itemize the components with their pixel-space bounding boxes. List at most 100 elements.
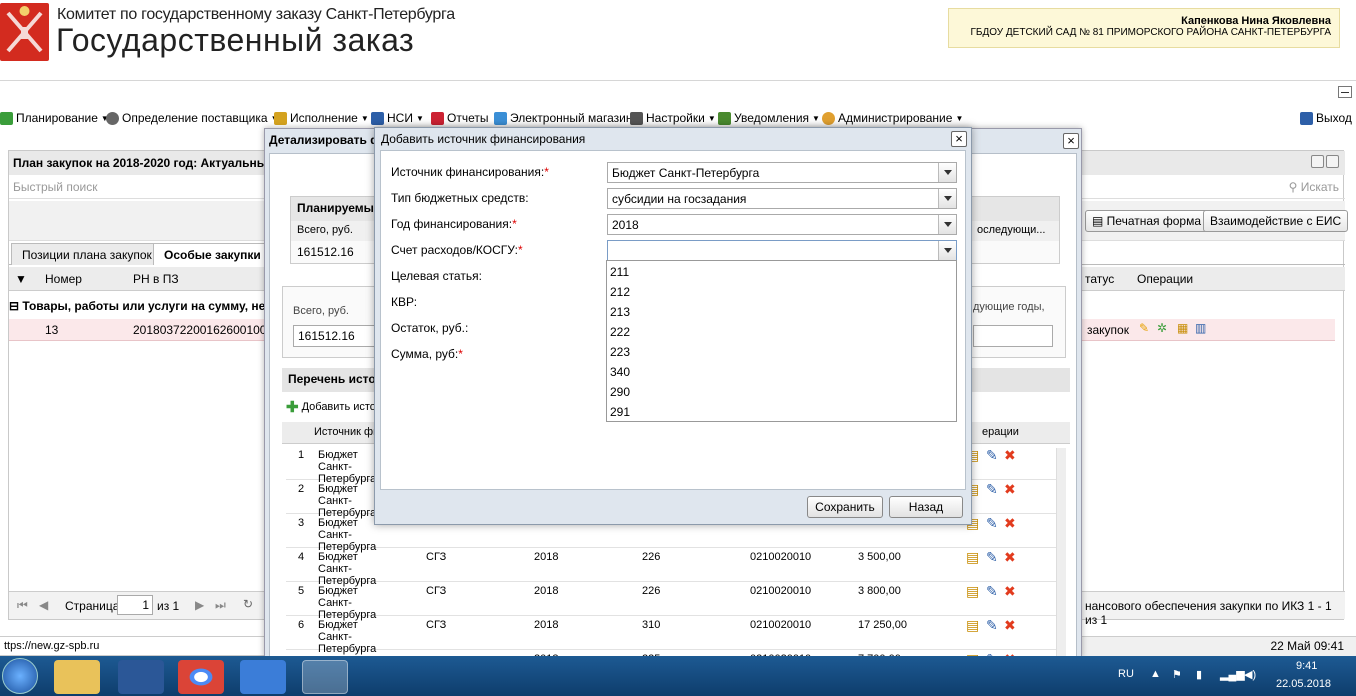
clock-time[interactable]: 9:41 bbox=[1296, 660, 1317, 672]
page-number-input[interactable]: 1 bbox=[117, 595, 153, 615]
register-icon[interactable]: ▤ bbox=[966, 583, 979, 600]
tab-special-purchases[interactable]: Особые закупки bbox=[153, 243, 272, 265]
group-row[interactable]: ⊟ Товары, работы или услуги на сумму, не bbox=[9, 299, 265, 313]
cart-icon bbox=[494, 111, 507, 125]
volume-icon[interactable]: ◀) bbox=[1244, 668, 1256, 681]
menu-label: Планирование bbox=[16, 111, 98, 125]
menu-eshop[interactable]: Электронный магазин bbox=[494, 111, 632, 125]
start-button[interactable] bbox=[2, 658, 38, 694]
delete-icon[interactable]: ✖ bbox=[1004, 481, 1016, 498]
teamviewer-icon[interactable] bbox=[240, 660, 286, 694]
chart-icon[interactable]: ▥ bbox=[1195, 321, 1206, 335]
language-indicator[interactable]: RU bbox=[1118, 668, 1134, 680]
internet-explorer-icon[interactable] bbox=[302, 660, 348, 694]
kosgu-option[interactable]: 290 bbox=[610, 385, 630, 399]
detail-close-icon[interactable]: × bbox=[1063, 133, 1079, 149]
delete-icon[interactable]: ✖ bbox=[1004, 515, 1016, 532]
edit-icon[interactable]: ✎ bbox=[986, 583, 998, 600]
menu-admin[interactable]: Администрирование ▼ bbox=[822, 111, 963, 125]
budget-type-select[interactable]: субсидии на госзадания bbox=[607, 188, 957, 209]
menu-notifications[interactable]: Уведомления ▼ bbox=[718, 111, 820, 125]
minimize-icon[interactable] bbox=[1311, 155, 1324, 168]
kosgu-select[interactable] bbox=[607, 240, 957, 261]
edit-icon[interactable]: ✎ bbox=[986, 515, 998, 532]
delete-icon[interactable]: ✖ bbox=[1004, 583, 1016, 600]
col-rn[interactable]: РН в ПЗ bbox=[133, 272, 179, 286]
menu-supplier[interactable]: Определение поставщика▼ bbox=[106, 111, 278, 125]
chevron-down-icon[interactable] bbox=[938, 215, 956, 234]
sources-scrollbar[interactable] bbox=[1056, 448, 1066, 658]
kosgu-option[interactable]: 340 bbox=[610, 365, 630, 379]
kosgu-dropdown-list: 211 212 213 222 223 340 290 291 bbox=[606, 260, 957, 422]
table-row[interactable]: 4 Бюджет Санкт-Петербурга СГЗ 2018 226 021002… bbox=[286, 548, 1056, 587]
next-page-icon[interactable]: ▶ bbox=[195, 598, 204, 612]
tab-plan-positions[interactable]: Позиции плана закупок bbox=[11, 243, 163, 265]
dialog-close-icon[interactable]: × bbox=[951, 131, 967, 147]
refresh-icon[interactable]: ↻ bbox=[243, 597, 253, 611]
battery-icon[interactable]: ▮ bbox=[1196, 668, 1202, 681]
logout-icon bbox=[1300, 111, 1313, 125]
menu-execution[interactable]: Исполнение ▼ bbox=[274, 111, 369, 125]
target-article-label: Целевая статья: bbox=[391, 269, 482, 283]
menu-reports[interactable]: Отчеты bbox=[431, 111, 488, 125]
kosgu-option[interactable]: 291 bbox=[610, 405, 630, 419]
print-form-button[interactable]: ▤ Печатная форма bbox=[1085, 210, 1209, 232]
refresh-icon[interactable] bbox=[1326, 155, 1339, 168]
last-page-icon[interactable]: ⏭ bbox=[215, 598, 226, 613]
collapse-header-button[interactable] bbox=[1338, 86, 1352, 98]
edit-icon[interactable]: ✎ bbox=[986, 481, 998, 498]
edit-icon[interactable]: ✎ bbox=[1139, 321, 1149, 335]
delete-icon[interactable]: ✖ bbox=[1004, 447, 1016, 464]
flag-icon[interactable]: ⚑ bbox=[1172, 668, 1182, 681]
table-row[interactable]: 5 Бюджет Санкт-Петербурга СГЗ 2018 226 021002… bbox=[286, 582, 1056, 621]
tab-label: Особые закупки bbox=[164, 248, 261, 262]
eis-interaction-button[interactable]: Взаимодействие с ЕИС bbox=[1203, 210, 1349, 232]
col-number[interactable]: Номер bbox=[45, 272, 82, 286]
delete-icon[interactable]: ✖ bbox=[1004, 549, 1016, 566]
back-button[interactable]: Назад bbox=[889, 496, 963, 518]
filter-icon[interactable]: ▼ bbox=[15, 272, 27, 286]
delete-icon[interactable]: ✖ bbox=[1004, 617, 1016, 634]
kosgu-option[interactable]: 223 bbox=[610, 345, 630, 359]
kosgu-option[interactable]: 211 bbox=[610, 265, 629, 279]
col-source[interactable]: Источник фи bbox=[314, 426, 379, 438]
save-button[interactable]: Сохранить bbox=[807, 496, 883, 518]
next-years-input[interactable] bbox=[973, 325, 1053, 347]
first-page-icon[interactable]: ⏮ bbox=[17, 598, 28, 613]
col-operations[interactable]: ерации bbox=[982, 426, 1019, 438]
add-source-button[interactable]: ✚ Добавить исто bbox=[286, 398, 376, 416]
register-icon[interactable]: ▤ bbox=[966, 549, 979, 566]
register-icon[interactable]: ▤ bbox=[966, 617, 979, 634]
menu-nsi[interactable]: НСИ ▼ bbox=[371, 111, 424, 125]
table-row[interactable]: 6 Бюджет Санкт-Петербурга СГЗ 2018 310 021002… bbox=[286, 616, 1056, 655]
collapse-group-icon[interactable]: ⊟ bbox=[9, 299, 22, 313]
clock-date[interactable]: 22.05.2018 bbox=[1276, 678, 1331, 690]
chevron-down-icon[interactable] bbox=[938, 241, 956, 260]
source-label: Источник финансирования:* bbox=[391, 165, 549, 179]
year-select[interactable]: 2018 bbox=[607, 214, 957, 235]
chevron-down-icon[interactable] bbox=[938, 189, 956, 208]
chrome-icon[interactable] bbox=[178, 660, 224, 694]
search-button[interactable]: ⚲ Искать bbox=[1289, 180, 1339, 194]
menu-settings[interactable]: Настройки ▼ bbox=[630, 111, 716, 125]
edit-icon[interactable]: ✎ bbox=[986, 617, 998, 634]
edit-icon[interactable]: ✎ bbox=[986, 447, 998, 464]
kosgu-option[interactable]: 213 bbox=[610, 305, 630, 319]
logout-button[interactable]: Выход bbox=[1300, 111, 1352, 125]
gear-icon[interactable]: ✲ bbox=[1157, 321, 1167, 335]
col-status[interactable]: татус bbox=[1085, 272, 1114, 286]
tray-expand-icon[interactable]: ▲ bbox=[1150, 668, 1161, 680]
planned-next-years-col: оследующи... bbox=[977, 224, 1046, 236]
explorer-icon[interactable] bbox=[54, 660, 100, 694]
source-select[interactable]: Бюджет Санкт-Петербурга bbox=[607, 162, 957, 183]
chevron-down-icon[interactable] bbox=[938, 163, 956, 182]
network-icon[interactable]: ▂▄▆ bbox=[1220, 668, 1245, 681]
kosgu-option[interactable]: 222 bbox=[610, 325, 630, 339]
menu-planning[interactable]: Планирование ▼ bbox=[0, 111, 109, 125]
kosgu-option[interactable]: 212 bbox=[610, 285, 630, 299]
approve-icon[interactable]: ▦ bbox=[1177, 321, 1188, 335]
col-operations[interactable]: Операции bbox=[1137, 272, 1193, 286]
edit-icon[interactable]: ✎ bbox=[986, 549, 998, 566]
prev-page-icon[interactable]: ◀ bbox=[39, 598, 48, 612]
word-icon[interactable] bbox=[118, 660, 164, 694]
